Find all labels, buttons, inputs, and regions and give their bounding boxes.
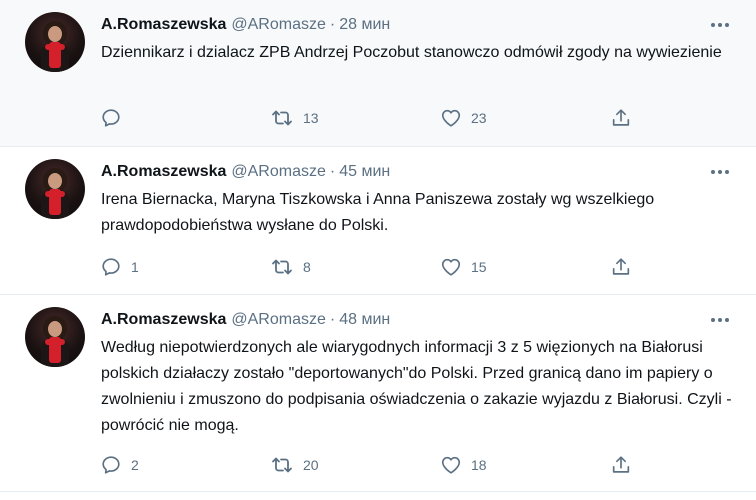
more-icon[interactable] [708,14,732,36]
author-handle[interactable]: @ARomasze [231,311,326,329]
like-count: 15 [471,259,487,275]
reply-count: 1 [131,259,139,275]
reply-count: 2 [131,457,139,473]
avatar[interactable] [25,12,85,72]
reply-icon [100,107,122,129]
timestamp[interactable]: 48 мин [339,311,390,329]
share-button[interactable] [610,256,632,278]
reply-icon [100,454,122,476]
like-icon [440,454,462,476]
author-handle[interactable]: @ARomasze [231,163,326,181]
reply-button[interactable]: 1 [100,256,270,278]
share-button[interactable] [610,454,632,476]
timestamp[interactable]: 45 мин [339,163,390,181]
like-count: 23 [471,110,487,126]
retweet-button[interactable]: 20 [270,454,440,476]
tweet-text: Irena Biernacka, Maryna Tiszkowska i Ann… [101,191,655,234]
like-icon [440,107,462,129]
share-icon [610,256,632,278]
tweet[interactable]: A.Romaszewska @ARomasze · 48 мин Według … [0,295,756,492]
avatar[interactable] [25,307,85,367]
tweet[interactable]: A.Romaszewska @ARomasze · 28 мин Dzienni… [0,0,756,147]
retweet-count: 20 [303,457,319,473]
retweet-count: 13 [303,110,319,126]
reply-button[interactable]: 2 [100,454,270,476]
tweet[interactable]: A.Romaszewska @ARomasze · 45 мин Irena B… [0,147,756,295]
author-name[interactable]: A.Romaszewska [101,163,226,181]
author-name[interactable]: A.Romaszewska [101,311,226,329]
retweet-icon [270,107,294,129]
more-icon[interactable] [708,309,732,331]
share-icon [610,107,632,129]
tweet-text: Dziennikarz i dzialacz ZPB Andrzej Poczo… [101,44,722,61]
tweet-header: A.Romaszewska @ARomasze · 45 мин [101,161,390,183]
tweet-actions: 2 20 18 [100,453,632,477]
tweet-actions: 13 23 [100,106,632,130]
separator-dot: · [329,16,336,33]
share-icon [610,454,632,476]
avatar[interactable] [25,159,85,219]
like-icon [440,256,462,278]
separator-dot: · [329,311,336,328]
more-icon[interactable] [708,161,732,183]
like-button[interactable]: 18 [440,454,610,476]
tweet-feed: A.Romaszewska @ARomasze · 28 мин Dzienni… [0,0,756,500]
retweet-icon [270,256,294,278]
retweet-count: 8 [303,259,311,275]
separator-dot: · [329,163,336,180]
like-button[interactable]: 23 [440,107,610,129]
like-button[interactable]: 15 [440,256,610,278]
retweet-icon [270,454,294,476]
tweet-actions: 1 8 15 [100,255,632,279]
like-count: 18 [471,457,487,473]
tweet-header: A.Romaszewska @ARomasze · 28 мин [101,14,390,36]
tweet-header: A.Romaszewska @ARomasze · 48 мин [101,309,390,331]
tweet-text: Według niepotwierdzonych ale wiarygodnyc… [101,339,732,434]
retweet-button[interactable]: 8 [270,256,440,278]
share-button[interactable] [610,107,632,129]
retweet-button[interactable]: 13 [270,107,440,129]
author-name[interactable]: A.Romaszewska [101,16,226,34]
reply-icon [100,256,122,278]
timestamp[interactable]: 28 мин [339,16,390,34]
author-handle[interactable]: @ARomasze [231,16,326,34]
reply-button[interactable] [100,107,270,129]
